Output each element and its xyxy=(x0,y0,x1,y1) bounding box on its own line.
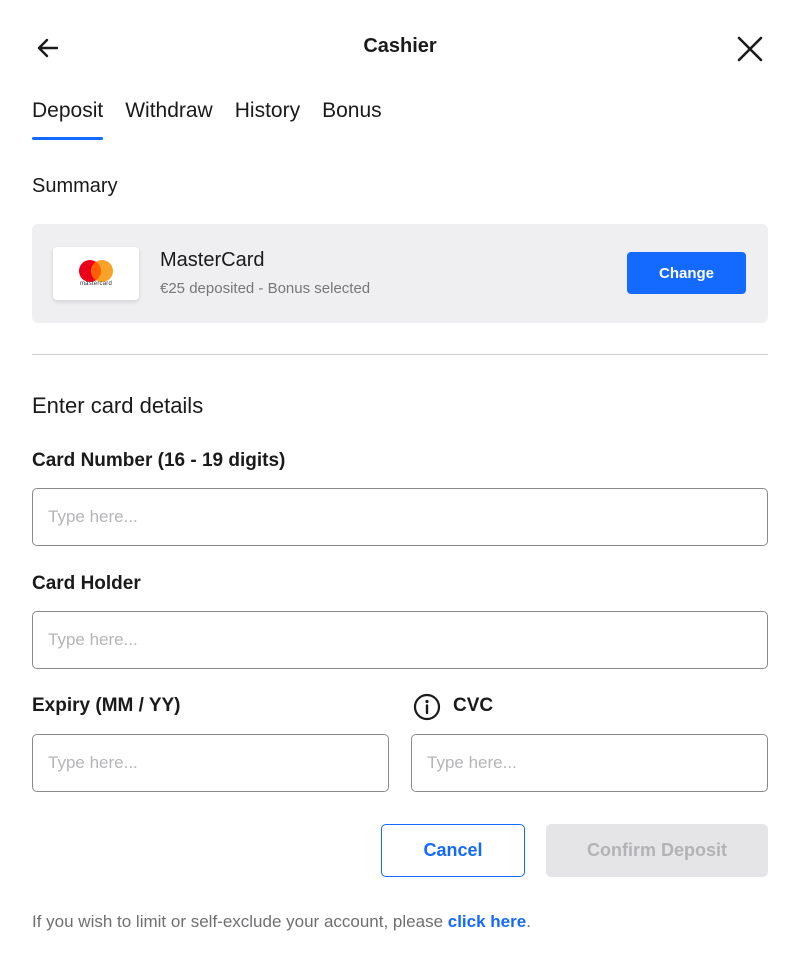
cancel-button[interactable]: Cancel xyxy=(381,824,525,877)
summary-heading: Summary xyxy=(32,175,118,197)
card-holder-label: Card Holder xyxy=(32,573,141,594)
confirm-deposit-button[interactable]: Confirm Deposit xyxy=(546,824,768,877)
tab-withdraw[interactable]: Withdraw xyxy=(125,96,213,140)
mastercard-logo: mastercard xyxy=(53,247,139,300)
mastercard-circles-icon xyxy=(79,260,113,282)
info-icon[interactable] xyxy=(413,693,441,721)
card-number-input[interactable] xyxy=(32,488,768,546)
tab-deposit[interactable]: Deposit xyxy=(32,96,104,140)
cashier-header: Cashier xyxy=(0,0,800,96)
cashier-tabs: Deposit Withdraw History Bonus xyxy=(32,96,404,140)
section-divider xyxy=(32,354,768,355)
change-payment-button[interactable]: Change xyxy=(627,252,746,294)
expiry-input[interactable] xyxy=(32,734,389,792)
cvc-input[interactable] xyxy=(411,734,768,792)
payment-summary-card: mastercard MasterCard €25 deposited - Bo… xyxy=(32,224,768,323)
self-exclude-link[interactable]: click here xyxy=(448,912,526,931)
tab-history[interactable]: History xyxy=(235,96,300,140)
close-button[interactable] xyxy=(730,29,770,69)
responsible-gaming-note: If you wish to limit or self-exclude you… xyxy=(32,912,531,932)
expiry-label: Expiry (MM / YY) xyxy=(32,695,181,716)
close-icon xyxy=(737,36,763,62)
card-details-heading: Enter card details xyxy=(32,393,204,418)
card-holder-input[interactable] xyxy=(32,611,768,669)
footer-suffix: . xyxy=(526,912,531,931)
card-number-label: Card Number (16 - 19 digits) xyxy=(32,450,286,471)
cvc-label: CVC xyxy=(453,695,494,716)
page-title: Cashier xyxy=(363,35,437,57)
mastercard-logo-text: mastercard xyxy=(79,281,112,287)
tab-bonus[interactable]: Bonus xyxy=(322,96,382,140)
footer-text: If you wish to limit or self-exclude you… xyxy=(32,912,448,931)
deposit-status-text: €25 deposited - Bonus selected xyxy=(160,280,371,297)
card-brand-name: MasterCard xyxy=(160,249,265,271)
